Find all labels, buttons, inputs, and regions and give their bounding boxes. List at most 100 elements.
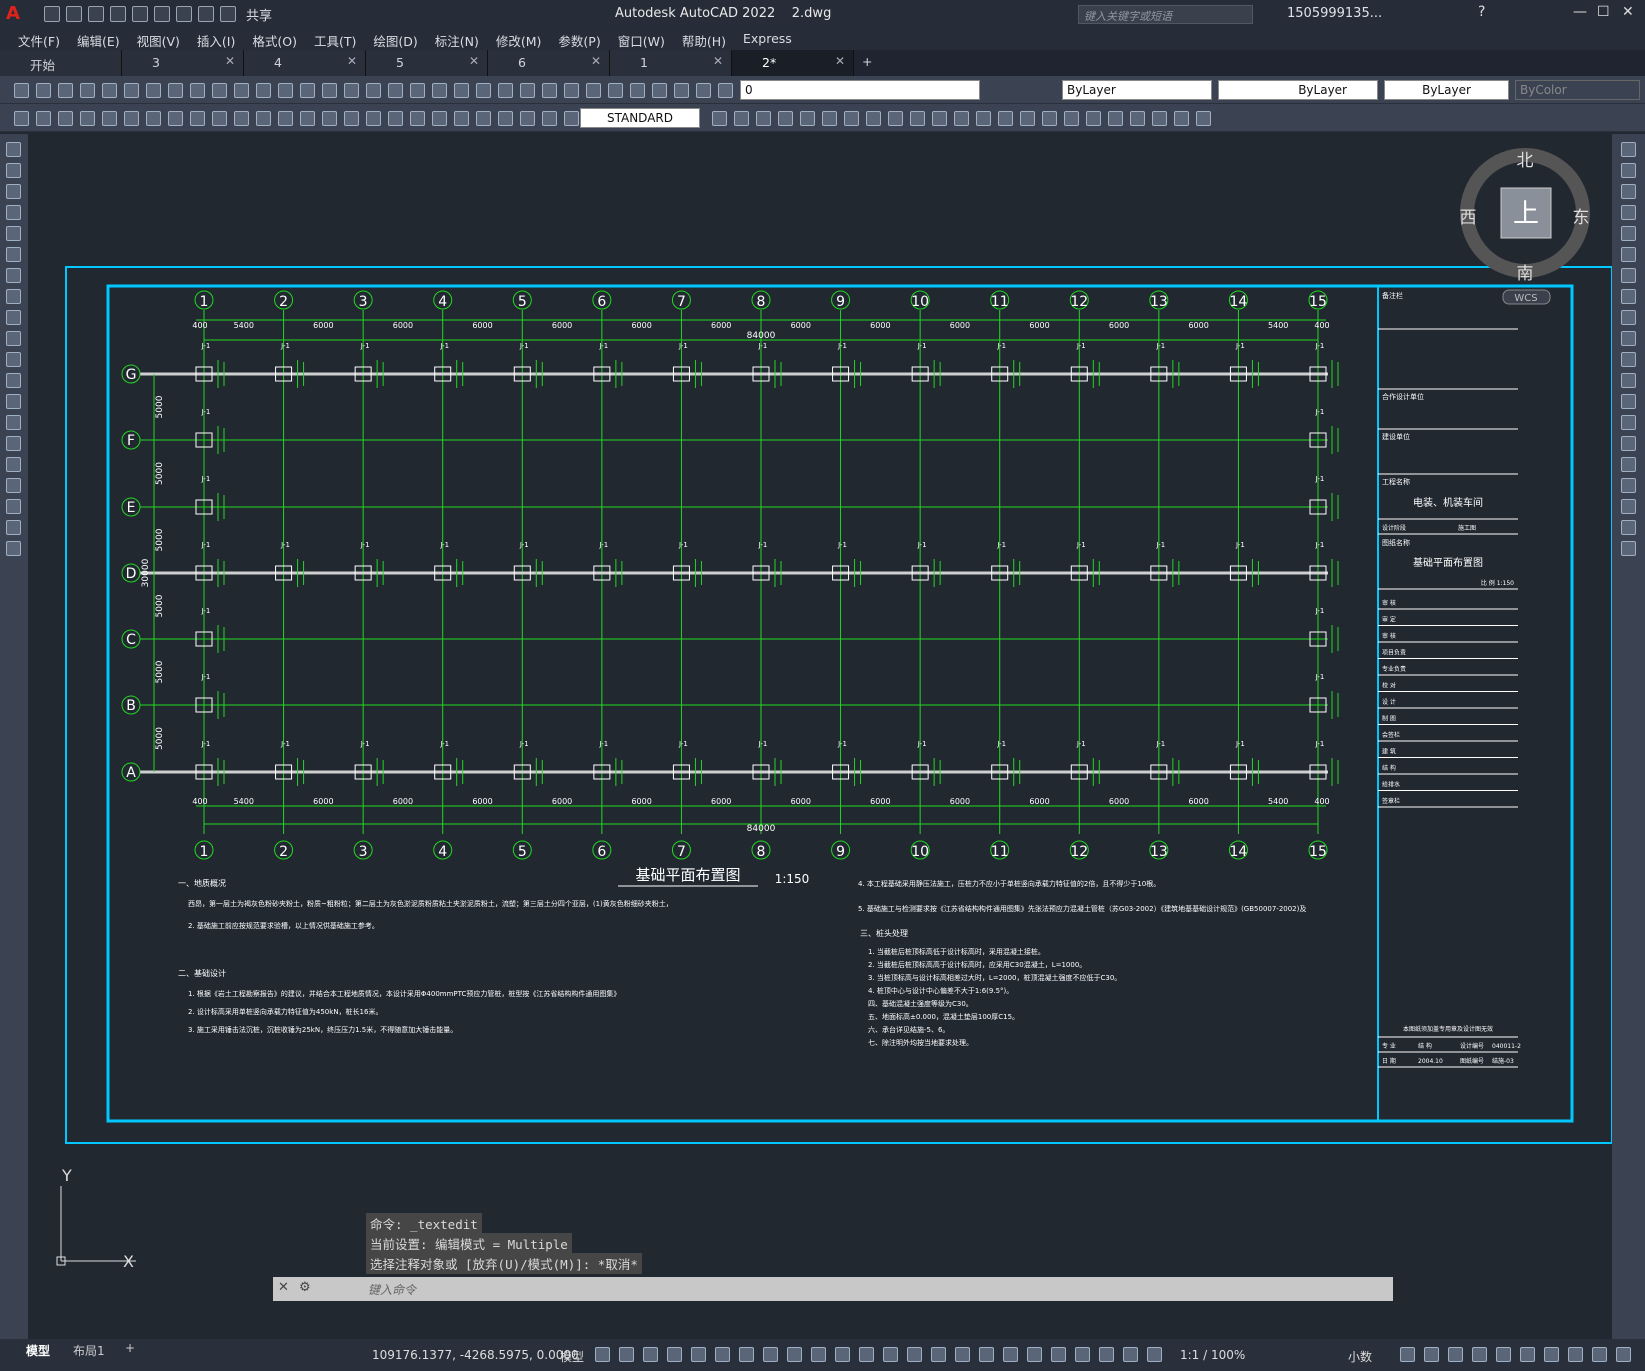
dim-tool-13-icon[interactable] xyxy=(300,111,315,126)
tab-doc-5[interactable]: 5 ✕ xyxy=(366,50,488,76)
dim-tool-47-icon[interactable] xyxy=(1174,111,1189,126)
tool-3-icon[interactable] xyxy=(80,83,95,98)
side-tool-icon[interactable] xyxy=(6,247,21,262)
side-tool-icon[interactable] xyxy=(1621,247,1636,262)
tool-17-icon[interactable] xyxy=(388,83,403,98)
tab-layout1[interactable]: 布局1 xyxy=(73,1342,105,1359)
tab-doc-6[interactable]: 6 ✕ xyxy=(488,50,610,76)
status-toggle-icon[interactable] xyxy=(1075,1347,1090,1362)
dim-tool-32-icon[interactable] xyxy=(844,111,859,126)
dim-tool-10-icon[interactable] xyxy=(234,111,249,126)
dim-tool-30-icon[interactable] xyxy=(800,111,815,126)
tool-2-icon[interactable] xyxy=(58,83,73,98)
side-tool-icon[interactable] xyxy=(6,541,21,556)
customize-icon[interactable]: ⚙ xyxy=(299,1280,311,1295)
close-icon[interactable]: ✕ xyxy=(835,54,845,68)
minimize-button[interactable]: — xyxy=(1573,4,1587,20)
tool-8-icon[interactable] xyxy=(190,83,205,98)
side-tool-icon[interactable] xyxy=(6,436,21,451)
side-tool-icon[interactable] xyxy=(1621,478,1636,493)
new-file-icon[interactable] xyxy=(44,6,60,22)
dim-tool-5-icon[interactable] xyxy=(124,111,139,126)
side-tool-icon[interactable] xyxy=(1621,520,1636,535)
tool-16-icon[interactable] xyxy=(366,83,381,98)
tool-4-icon[interactable] xyxy=(102,83,117,98)
layer-dropdown[interactable]: 0 xyxy=(740,80,980,100)
dim-tool-35-icon[interactable] xyxy=(910,111,925,126)
status-toggle-icon[interactable] xyxy=(811,1347,826,1362)
tool-22-icon[interactable] xyxy=(498,83,513,98)
side-tool-icon[interactable] xyxy=(6,184,21,199)
dim-tool-1-icon[interactable] xyxy=(36,111,51,126)
side-tool-icon[interactable] xyxy=(1621,457,1636,472)
side-tool-icon[interactable] xyxy=(1621,205,1636,220)
user-account[interactable]: 1505999135... xyxy=(1287,6,1382,21)
wcs-menu[interactable]: WCS xyxy=(1514,293,1537,304)
tab-start[interactable]: 开始 xyxy=(0,50,122,76)
menu-edit[interactable]: 编辑(E) xyxy=(69,28,129,50)
open-web-icon[interactable] xyxy=(132,6,148,22)
tool-30-icon[interactable] xyxy=(674,83,689,98)
status-toggle-icon[interactable] xyxy=(883,1347,898,1362)
close-icon[interactable]: ✕ xyxy=(347,54,357,68)
dim-tool-0-icon[interactable] xyxy=(14,111,29,126)
status-toggle-icon[interactable] xyxy=(787,1347,802,1362)
maximize-button[interactable]: ☐ xyxy=(1597,4,1610,20)
status-toggle-icon[interactable] xyxy=(691,1347,706,1362)
color-dropdown[interactable]: ByLayer xyxy=(1062,80,1212,100)
side-tool-icon[interactable] xyxy=(6,520,21,535)
side-tool-icon[interactable] xyxy=(6,289,21,304)
dim-tool-48-icon[interactable] xyxy=(1196,111,1211,126)
dim-tool-11-icon[interactable] xyxy=(256,111,271,126)
dim-tool-24-icon[interactable] xyxy=(542,111,557,126)
text-style-dropdown[interactable]: STANDARD xyxy=(580,108,700,128)
status-toggle-icon[interactable] xyxy=(835,1347,850,1362)
status-toggle-icon[interactable] xyxy=(1123,1347,1138,1362)
dim-tool-25-icon[interactable] xyxy=(564,111,579,126)
side-tool-icon[interactable] xyxy=(1621,541,1636,556)
command-line[interactable]: ✕ ⚙ 键入命令 xyxy=(273,1277,1393,1301)
side-tool-icon[interactable] xyxy=(6,457,21,472)
save-as-icon[interactable] xyxy=(110,6,126,22)
dim-tool-8-icon[interactable] xyxy=(190,111,205,126)
menu-dimension[interactable]: 标注(N) xyxy=(427,28,488,50)
tool-11-icon[interactable] xyxy=(256,83,271,98)
dim-tool-15-icon[interactable] xyxy=(344,111,359,126)
dim-tool-44-icon[interactable] xyxy=(1108,111,1123,126)
dim-tool-38-icon[interactable] xyxy=(976,111,991,126)
close-icon[interactable]: ✕ xyxy=(278,1280,289,1295)
side-tool-icon[interactable] xyxy=(6,415,21,430)
tool-13-icon[interactable] xyxy=(300,83,315,98)
menu-insert[interactable]: 插入(I) xyxy=(189,28,244,50)
status-toggle-icon[interactable] xyxy=(595,1347,610,1362)
menu-express[interactable]: Express xyxy=(735,28,801,50)
side-tool-icon[interactable] xyxy=(1621,184,1636,199)
status-toggle-icon[interactable] xyxy=(907,1347,922,1362)
tab-doc-3[interactable]: 3 ✕ xyxy=(122,50,244,76)
tool-27-icon[interactable] xyxy=(608,83,623,98)
side-tool-icon[interactable] xyxy=(6,163,21,178)
tab-doc-2[interactable]: 2* ✕ xyxy=(732,50,854,76)
dim-tool-29-icon[interactable] xyxy=(778,111,793,126)
lineweight-dropdown[interactable]: ByLayer xyxy=(1384,80,1509,100)
side-tool-icon[interactable] xyxy=(1621,268,1636,283)
tool-32-icon[interactable] xyxy=(718,83,733,98)
side-tool-icon[interactable] xyxy=(6,310,21,325)
dim-tool-19-icon[interactable] xyxy=(432,111,447,126)
save-icon[interactable] xyxy=(88,6,104,22)
side-tool-icon[interactable] xyxy=(1621,310,1636,325)
status-toggle-icon[interactable] xyxy=(1448,1347,1463,1362)
dim-tool-34-icon[interactable] xyxy=(888,111,903,126)
viewcube[interactable]: 上 北 南 东 西 WCS xyxy=(1460,148,1590,305)
close-button[interactable]: ✕ xyxy=(1622,4,1634,20)
status-toggle-icon[interactable] xyxy=(619,1347,634,1362)
side-tool-icon[interactable] xyxy=(1621,331,1636,346)
side-tool-icon[interactable] xyxy=(1621,499,1636,514)
annotation-scale[interactable]: 1:1 / 100% xyxy=(1180,1348,1245,1362)
plotstyle-dropdown[interactable]: ByColor xyxy=(1515,80,1640,100)
tool-18-icon[interactable] xyxy=(410,83,425,98)
status-toggle-icon[interactable] xyxy=(955,1347,970,1362)
dim-tool-3-icon[interactable] xyxy=(80,111,95,126)
tool-21-icon[interactable] xyxy=(476,83,491,98)
tool-12-icon[interactable] xyxy=(278,83,293,98)
